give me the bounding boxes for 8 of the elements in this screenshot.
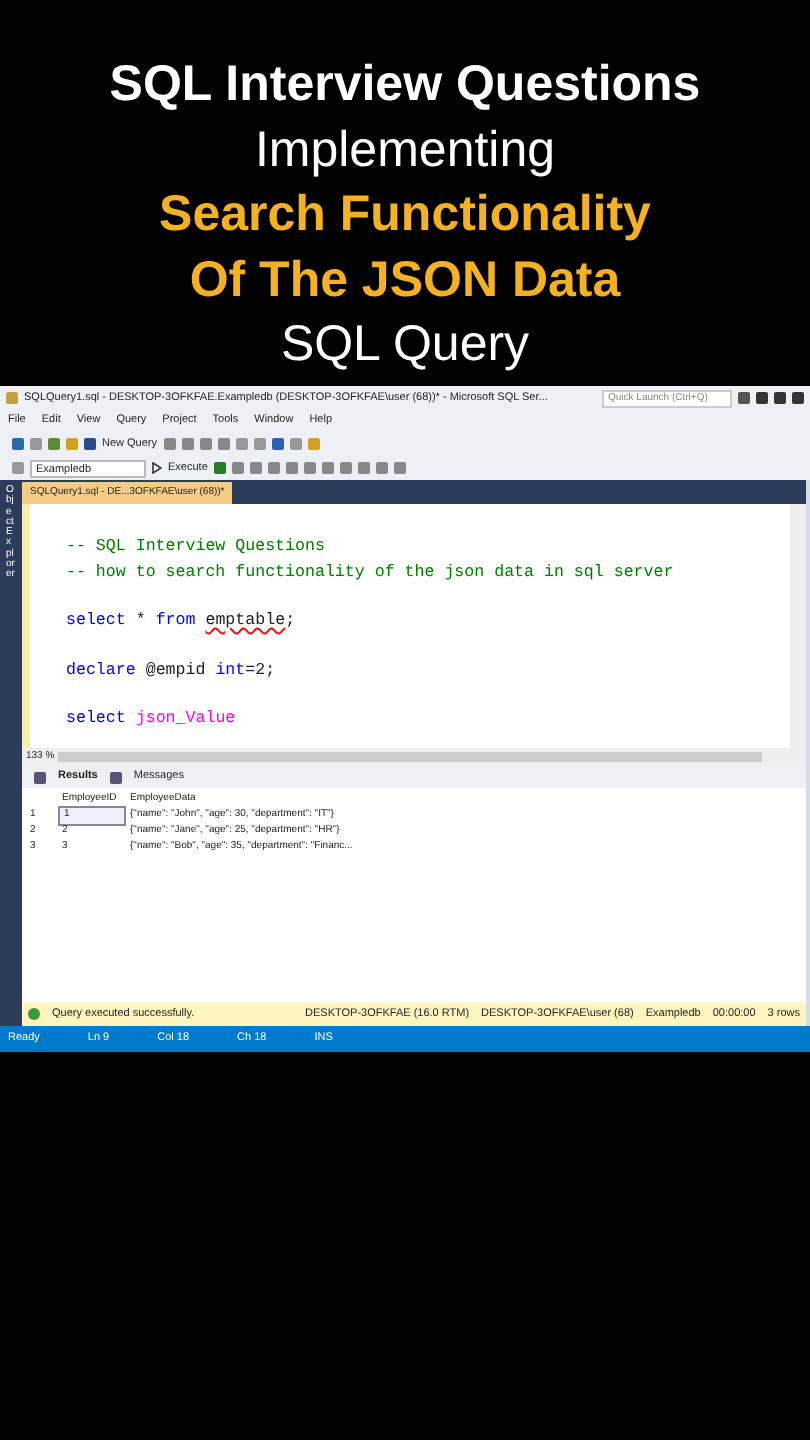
headline-text: SQL Query (278, 314, 532, 376)
headline-text: Search Functionality (157, 184, 653, 246)
headline-text: Implementing (252, 119, 558, 181)
headline-text: Of The JSON Data (187, 249, 623, 311)
app-icon[interactable] (6, 392, 18, 404)
headline-text: SQL Interview Questions (107, 54, 703, 116)
success-icon (28, 1008, 40, 1020)
play-icon[interactable] (152, 462, 162, 474)
